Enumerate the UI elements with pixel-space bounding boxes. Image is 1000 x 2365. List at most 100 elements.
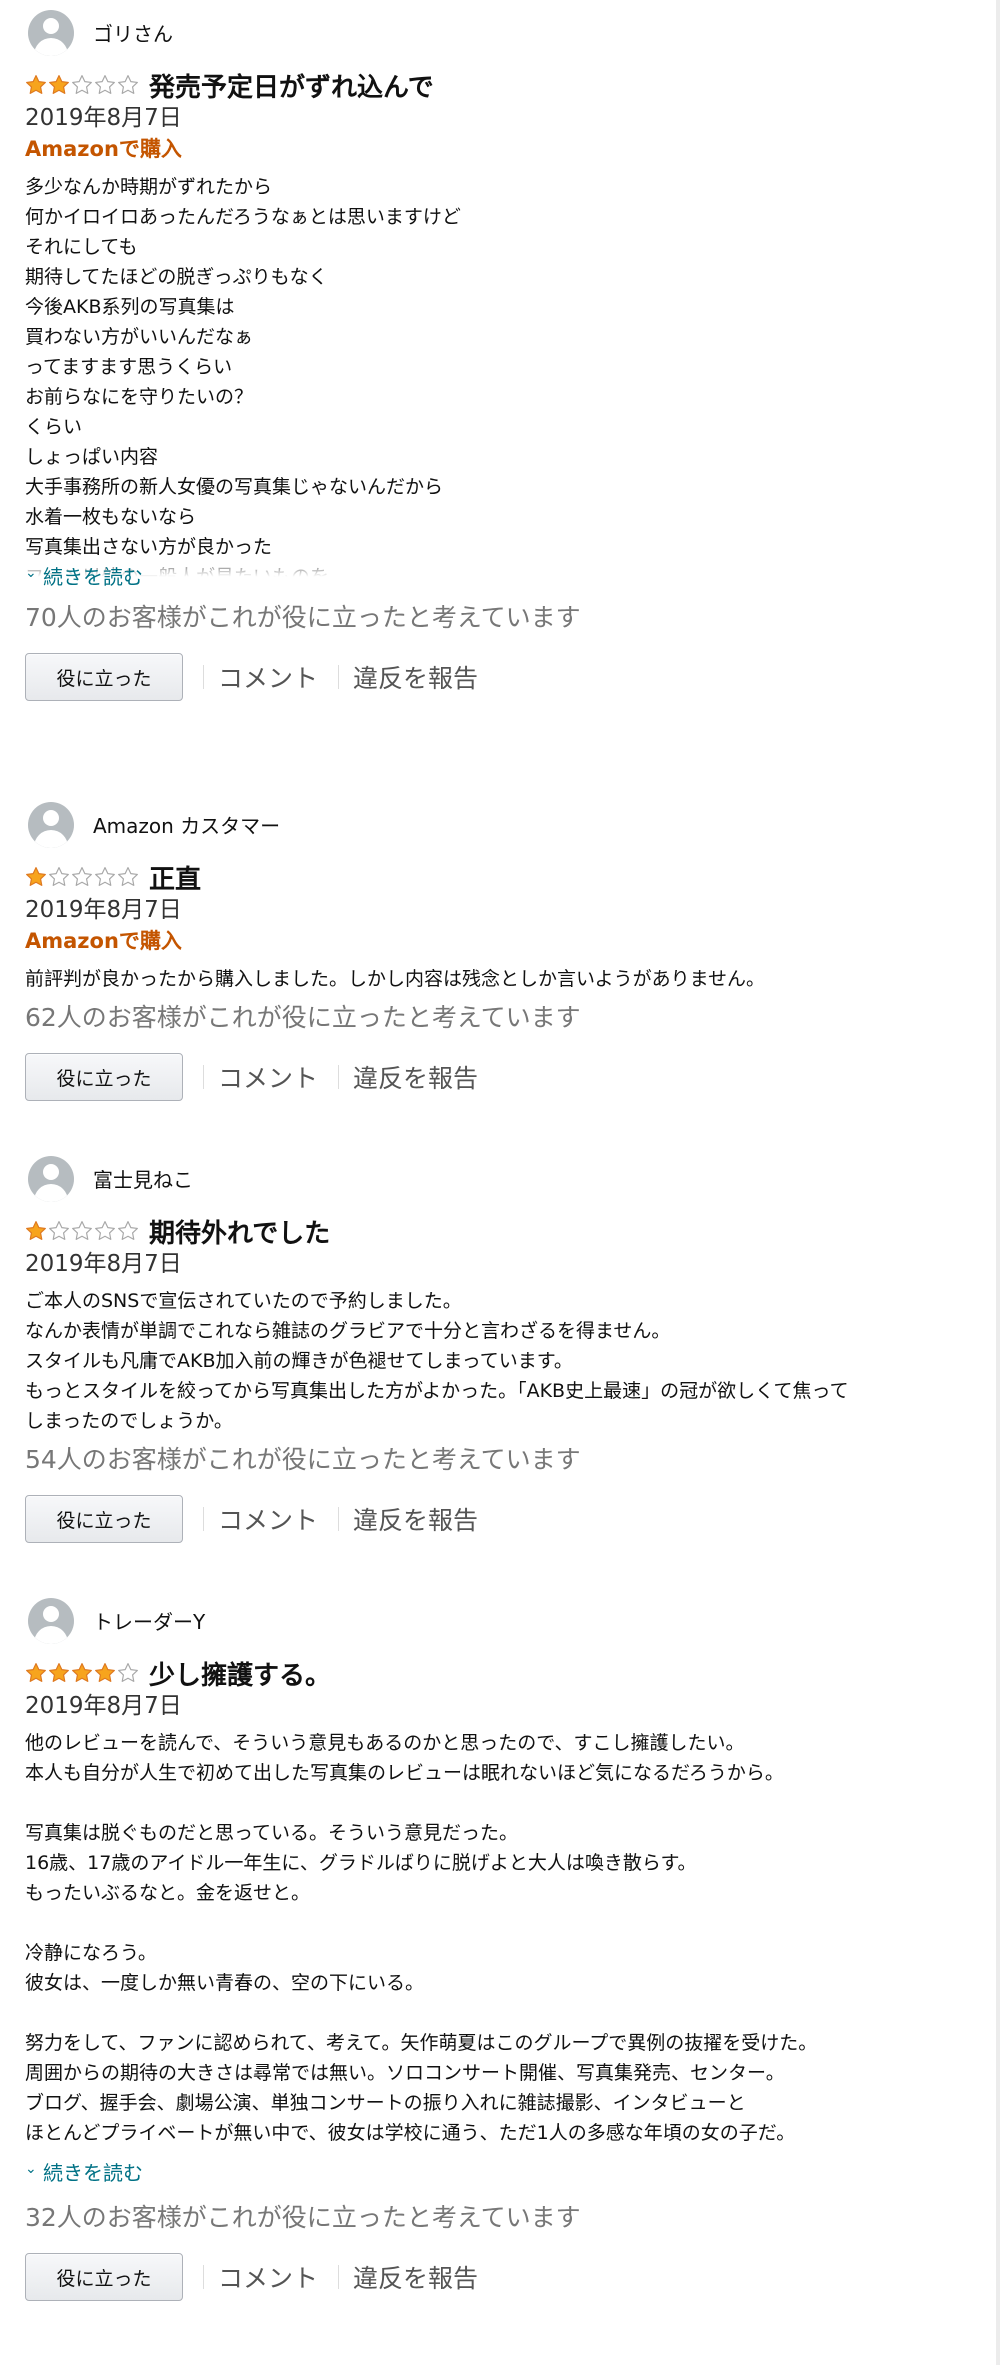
- reviewer-profile[interactable]: ゴリさん: [25, 10, 960, 68]
- review-text-line: 前評判が良かったから購入しました。しかし内容は残念としか言いようがありません。: [25, 968, 766, 990]
- helpful-button[interactable]: 役に立った: [25, 1495, 183, 1543]
- review-4: トレーダーY 少し擁護する。 2019年8月7日 他のレビューを読んで、そういう…: [25, 1598, 960, 2306]
- review-text-line: 何かイロイロあったんだろうなぁとは思いますけど: [25, 206, 461, 228]
- reviewer-name[interactable]: Amazon カスタマー: [93, 810, 280, 839]
- report-abuse-link[interactable]: 違反を報告: [353, 1501, 478, 1537]
- helpful-count-text: 62人のお客様がこれが役に立ったと考えています: [25, 1003, 581, 1032]
- review-title[interactable]: 発売予定日がずれ込んで: [149, 67, 434, 104]
- comment-link[interactable]: コメント: [218, 659, 318, 695]
- divider: [338, 665, 340, 689]
- read-more-link[interactable]: ⌄ 続きを読む: [25, 2154, 960, 2188]
- review-text-line: ご本人のSNSで宣伝されていたので予約しました。: [25, 1290, 462, 1312]
- helpful-button[interactable]: 役に立った: [25, 2253, 183, 2301]
- verified-purchase-badge: Amazonで購入: [25, 929, 182, 953]
- read-more-label[interactable]: 続きを読む: [43, 561, 143, 590]
- helpful-count-text: 32人のお客様がこれが役に立ったと考えています: [25, 2203, 581, 2232]
- review-2: Amazon カスタマー 正直 2019年8月7日 Amazonで購入 前評判が…: [25, 802, 960, 1106]
- star-rating: [25, 74, 139, 96]
- review-date: 2019年8月7日: [25, 105, 182, 131]
- divider: [203, 1507, 204, 1531]
- review-text-line: 彼女は、一度しか無い青春の、空の下にいる。: [25, 1972, 425, 1994]
- star-empty-icon: [49, 867, 69, 886]
- review-date: 2019年8月7日: [25, 1693, 182, 1719]
- star-full-icon: [95, 1663, 115, 1682]
- review-text-line: 多少なんか時期がずれたから: [25, 176, 273, 198]
- helpful-count-text: 70人のお客様がこれが役に立ったと考えています: [25, 603, 581, 632]
- review-text-line: [25, 1908, 960, 1938]
- review-text-line: お前らなにを守りたいの？: [25, 386, 254, 408]
- chevron-down-icon: ⌄: [25, 565, 37, 581]
- verified-purchase-badge: Amazonで購入: [25, 137, 182, 161]
- star-full-icon: [26, 1663, 46, 1682]
- report-abuse-link[interactable]: 違反を報告: [353, 659, 478, 695]
- review-text-line: しょっぱい内容: [25, 446, 159, 468]
- review-body: 他のレビューを読んで、そういう意見もあるのかと思ったので、すこし擁護したい。 本人…: [25, 1728, 960, 2148]
- review-title[interactable]: 少し擁護する。: [149, 1655, 331, 1692]
- report-abuse-link[interactable]: 違反を報告: [353, 2259, 478, 2295]
- avatar-icon: [28, 1156, 74, 1202]
- avatar-icon: [28, 802, 74, 848]
- review-body: ご本人のSNSで宣伝されていたので予約しました。なんか表情が単調でこれなら雑誌の…: [25, 1286, 960, 1436]
- helpful-button[interactable]: 役に立った: [25, 1053, 183, 1101]
- comment-link[interactable]: コメント: [218, 1501, 318, 1537]
- comment-link[interactable]: コメント: [218, 1059, 318, 1095]
- review-text-line: それにしても: [25, 236, 138, 258]
- helpful-button[interactable]: 役に立った: [25, 653, 183, 701]
- chevron-down-icon: ⌄: [25, 2161, 37, 2177]
- read-more-label[interactable]: 続きを読む: [43, 2157, 143, 2186]
- review-text-line: ブログ、握手会、劇場公演、単独コンサートの振り入れに雑誌撮影、インタビューと: [25, 2092, 746, 2114]
- star-rating: [25, 1662, 139, 1684]
- divider: [338, 1507, 340, 1531]
- review-text-line: 大手事務所の新人女優の写真集じゃないんだから: [25, 476, 444, 498]
- review-body: 多少なんか時期がずれたから何かイロイロあったんだろうなぁとは思いますけど それにし…: [25, 172, 960, 592]
- star-full-icon: [49, 1663, 69, 1682]
- reviewer-name[interactable]: トレーダーY: [93, 1606, 205, 1635]
- star-rating: [25, 1220, 139, 1242]
- star-empty-icon: [118, 867, 138, 886]
- star-full-icon: [26, 1221, 46, 1240]
- star-empty-icon: [72, 867, 92, 886]
- review-text-line: 今後AKB系列の写真集は: [25, 296, 235, 318]
- reviewer-name[interactable]: 富士見ねこ: [93, 1164, 193, 1193]
- review-text-line: ほとんどプライベートが無い中で、彼女は学校に通う、ただ1人の多感な年頃の女の子だ…: [25, 2122, 796, 2144]
- read-more-link[interactable]: ⌄ 続きを読む: [25, 558, 960, 592]
- avatar-icon: [28, 1598, 74, 1644]
- avatar-icon: [28, 10, 74, 56]
- star-empty-icon: [95, 867, 115, 886]
- star-empty-icon: [72, 75, 92, 94]
- review-text-line: 16歳、17歳のアイドル一年生に、グラドルばりに脱げよと大人は喚き散らす。: [25, 1852, 697, 1874]
- comment-link[interactable]: コメント: [218, 2259, 318, 2295]
- star-empty-icon: [118, 75, 138, 94]
- review-text-line: ってますます思うくらい: [25, 356, 233, 378]
- review-title[interactable]: 期待外れでした: [149, 1213, 330, 1250]
- review-text-line: 写真集は脱ぐものだと思っている。そういう意見だった。: [25, 1822, 519, 1844]
- review-text-line: 周囲からの期待の大きさは尋常では無い。ソロコンサート開催、写真集発売、センター。: [25, 2062, 785, 2084]
- review-text-line: 努力をして、ファンに認められて、考えて。矢作萌夏はこのグループで異例の抜擢を受け…: [25, 2032, 818, 2054]
- divider: [203, 1065, 204, 1089]
- star-empty-icon: [118, 1221, 138, 1240]
- reviewer-profile[interactable]: Amazon カスタマー: [25, 802, 960, 860]
- star-empty-icon: [95, 75, 115, 94]
- scrollbar[interactable]: [996, 0, 1000, 2365]
- star-empty-icon: [95, 1221, 115, 1240]
- divider: [338, 1065, 340, 1089]
- divider: [203, 665, 204, 689]
- review-text-line: なんか表情が単調でこれなら雑誌のグラビアで十分と言わざるを得ません。: [25, 1320, 671, 1342]
- review-text-line: 冷静になろう。: [25, 1942, 157, 1964]
- review-text-line: もっとスタイルを絞ってから写真集出した方がよかった。「AKB史上最速」の冠が欲し…: [25, 1380, 849, 1402]
- reviewer-profile[interactable]: トレーダーY: [25, 1598, 960, 1656]
- report-abuse-link[interactable]: 違反を報告: [353, 1059, 478, 1095]
- review-1: ゴリさん 発売予定日がずれ込んで 2019年8月7日 Amazonで購入 多少な…: [25, 10, 960, 706]
- review-text-line: 他のレビューを読んで、そういう意見もあるのかと思ったので、すこし擁護したい。: [25, 1732, 745, 1754]
- star-empty-icon: [118, 1663, 138, 1682]
- star-full-icon: [49, 75, 69, 94]
- reviewer-profile[interactable]: 富士見ねこ: [25, 1156, 960, 1214]
- review-title[interactable]: 正直: [149, 859, 201, 896]
- reviewer-name[interactable]: ゴリさん: [93, 18, 173, 47]
- review-text-line: 期待してたほどの脱ぎっぷりもなく: [25, 266, 328, 288]
- review-body: 前評判が良かったから購入しました。しかし内容は残念としか言いようがありません。: [25, 964, 960, 994]
- review-text-line: [25, 1998, 960, 2028]
- divider: [203, 2265, 204, 2289]
- star-full-icon: [26, 867, 46, 886]
- review-text-line: [25, 1788, 960, 1818]
